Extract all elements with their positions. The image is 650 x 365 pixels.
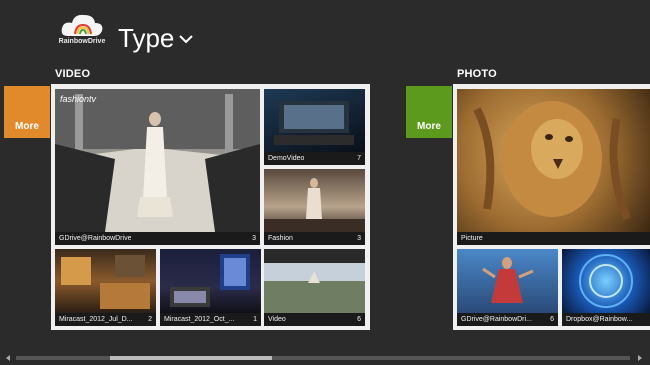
tile-name: Miracast_2012_Jul_D... <box>59 316 133 323</box>
miracast-oct-image <box>170 254 250 307</box>
tile-caption: GDrive@RainbowDrive 3 <box>55 232 260 245</box>
tile-caption: Picture <box>457 232 650 245</box>
tile-caption: Miracast_2012_Jul_D... 2 <box>55 313 156 326</box>
video-tile-demovideo[interactable]: DemoVideo 7 <box>264 89 365 165</box>
tile-name: GDrive@RainbowDrive <box>59 235 132 242</box>
photo-tile-dropbox[interactable]: Dropbox@Rainbow... <box>562 249 650 326</box>
tile-name: Picture <box>461 235 483 242</box>
tile-caption: Miracast_2012_Oct_... 1 <box>160 313 261 326</box>
tile-count: 3 <box>357 235 361 242</box>
lion-image <box>473 101 631 221</box>
city-image <box>264 249 365 313</box>
video-tile-video[interactable]: Video 6 <box>264 249 365 326</box>
section-label-photo: PHOTO <box>457 68 497 80</box>
scroll-right-arrow-icon[interactable] <box>636 354 644 362</box>
chevron-down-icon[interactable] <box>177 30 195 48</box>
tile-name: Miracast_2012_Oct_... <box>164 316 235 323</box>
tile-count: 7 <box>357 155 361 162</box>
photo-more-button[interactable]: More <box>406 86 452 138</box>
video-more-button[interactable]: More <box>4 86 50 138</box>
tile-name: DemoVideo <box>268 155 305 162</box>
logo-text: RainbowDrive <box>58 38 106 45</box>
scroll-thumb[interactable] <box>110 356 272 360</box>
tile-count: 6 <box>550 316 554 323</box>
video-group-frame: fashiontv GDrive@RainbowDrive 3 DemoVide… <box>51 84 370 330</box>
tile-count: 1 <box>253 316 257 323</box>
tile-caption: Fashion 3 <box>264 232 365 245</box>
tile-name: Fashion <box>268 235 293 242</box>
demo-video-image <box>274 101 354 145</box>
section-label-video: VIDEO <box>55 68 91 80</box>
rainbowdrive-logo: RainbowDrive <box>58 12 106 50</box>
page-title[interactable]: Type <box>118 22 174 54</box>
fashion-image <box>264 178 365 232</box>
scroll-left-arrow-icon[interactable] <box>4 354 12 362</box>
horizontal-scrollbar[interactable] <box>0 351 650 365</box>
video-tile-gdrive[interactable]: fashiontv GDrive@RainbowDrive 3 <box>55 89 260 245</box>
cloud-icon <box>61 14 103 36</box>
abstract-blue-image <box>579 254 633 308</box>
tile-caption: Dropbox@Rainbow... <box>562 313 650 326</box>
tile-caption: GDrive@RainbowDri... 6 <box>457 313 558 326</box>
photo-tile-gdrive[interactable]: GDrive@RainbowDri... 6 <box>457 249 558 326</box>
tile-name: GDrive@RainbowDri... <box>461 316 532 323</box>
photo-tile-picture[interactable]: Picture <box>457 89 650 245</box>
video-tile-fashion[interactable]: Fashion 3 <box>264 169 365 245</box>
tile-caption: DemoVideo 7 <box>264 152 365 165</box>
tile-count: 6 <box>357 316 361 323</box>
tile-caption: Video 6 <box>264 313 365 326</box>
dancer-image <box>482 257 534 303</box>
fashiontv-watermark: fashiontv <box>60 94 97 104</box>
scroll-track[interactable] <box>16 356 630 360</box>
video-tile-miracast-jul[interactable]: Miracast_2012_Jul_D... 2 <box>55 249 156 326</box>
miracast-jul-image <box>61 255 150 309</box>
fashion-runway-image <box>55 89 260 232</box>
tile-count: 2 <box>148 316 152 323</box>
video-tile-miracast-oct[interactable]: Miracast_2012_Oct_... 1 <box>160 249 261 326</box>
tile-name: Video <box>268 316 286 323</box>
tile-name: Dropbox@Rainbow... <box>566 316 633 323</box>
tile-count: 3 <box>252 235 256 242</box>
photo-group-frame: Picture GDrive@RainbowDri... 6 Dropbox@R… <box>453 84 650 330</box>
